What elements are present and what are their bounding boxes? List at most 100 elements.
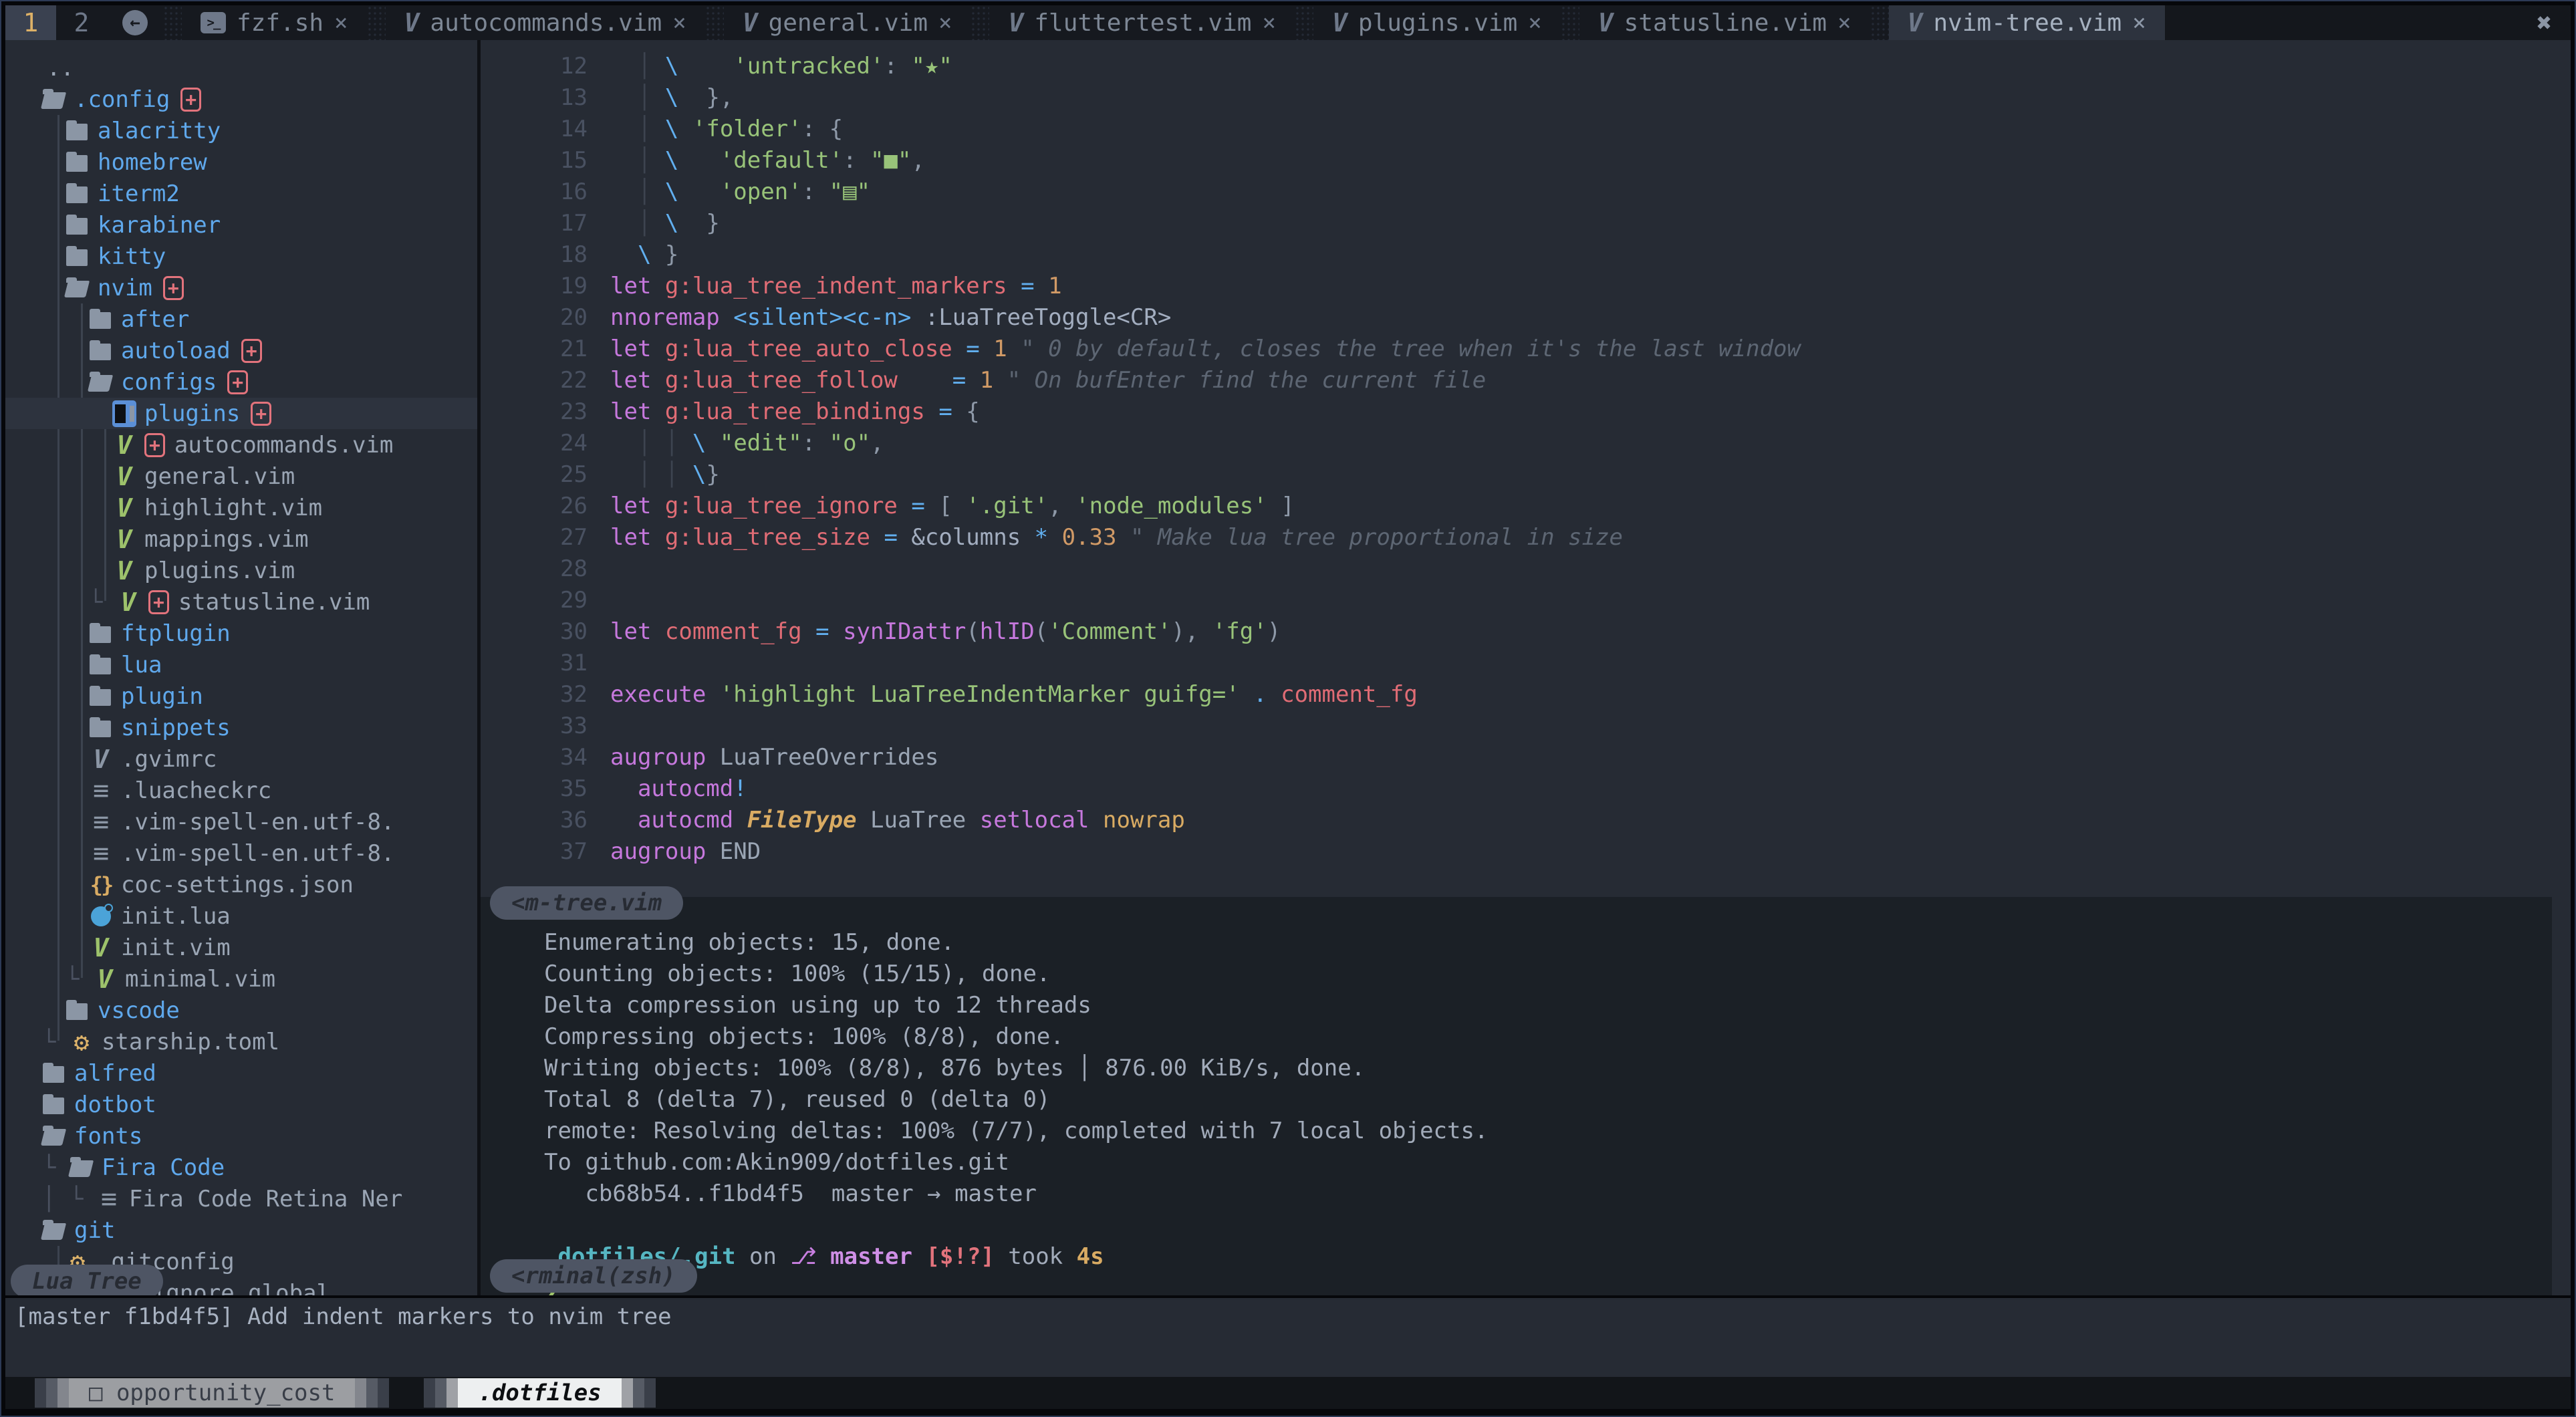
buffer-close-icon[interactable]: × <box>672 9 686 36</box>
tree-row-..[interactable]: .. <box>5 52 477 84</box>
tree-row-dotbot[interactable]: dotbot <box>5 1089 477 1120</box>
tree-connector: └ <box>89 589 116 616</box>
code-token <box>651 147 664 174</box>
tree-row-statusline.vim[interactable]: └ V+statusline.vim <box>5 586 477 618</box>
code-line: 22let g:lua_tree_follow = 1 " On bufEnte… <box>481 365 2571 396</box>
tree-item-label: configs <box>121 369 217 396</box>
tree-row-after[interactable]: after <box>5 303 477 335</box>
buffer-tab-statusline.vim[interactable]: Vstatusline.vim× <box>1579 5 1870 40</box>
line-number: 35 <box>481 773 588 805</box>
tree-row-lua[interactable]: lua <box>5 649 477 680</box>
tree-row-fonts[interactable]: fonts <box>5 1120 477 1152</box>
terminal-token: Counting objects: 100% (15/15), done. <box>544 960 1050 987</box>
buffer-close-icon[interactable]: × <box>1837 9 1851 36</box>
tree-row-kitty[interactable]: kitty <box>5 241 477 272</box>
code-token <box>651 273 664 299</box>
tree-row-.vim-spell-en.utf-8.[interactable]: ≡.vim-spell-en.utf-8. <box>5 838 477 869</box>
code-line: 37augroup END <box>481 836 2571 868</box>
code-text: let g:lua_tree_follow = 1 " On bufEnter … <box>610 367 1486 394</box>
tree-row-Fira-Code-Retina-Ner[interactable]: │ └ ≡Fira Code Retina Ner <box>5 1183 477 1214</box>
code-token: <silent><c-n> <box>733 304 911 331</box>
tree-row-snippets[interactable]: snippets <box>5 712 477 743</box>
code-token: , <box>911 147 924 174</box>
tree-row-mappings.vim[interactable]: Vmappings.vim <box>5 523 477 555</box>
line-number: 30 <box>481 616 588 648</box>
tree-row-autocommands.vim[interactable]: V+autocommands.vim <box>5 429 477 461</box>
folder-icon <box>66 118 90 144</box>
terminal-token: on <box>736 1243 791 1270</box>
tree-row-.luacheckrc[interactable]: ≡.luacheckrc <box>5 775 477 806</box>
tree-row-plugins[interactable]: plugins+ <box>5 398 477 429</box>
terminal-window: 12 ← >_fzf.sh× Vautocommands.vim× Vgeneral… <box>0 0 2576 1417</box>
tmux-window-.dotfiles[interactable]: .dotfiles <box>424 1378 655 1408</box>
close-all-button[interactable]: ✖ <box>2523 5 2552 40</box>
tree-row-autoload[interactable]: autoload+ <box>5 335 477 366</box>
code-token <box>1048 524 1061 551</box>
tree-row-.vim-spell-en.utf-8.[interactable]: ≡.vim-spell-en.utf-8. <box>5 806 477 838</box>
tree-row-general.vim[interactable]: Vgeneral.vim <box>5 461 477 492</box>
vim-icon: V <box>404 8 420 37</box>
tree-row-ftplugin[interactable]: ftplugin <box>5 618 477 649</box>
tmux-window-opportunity_cost[interactable]: □ opportunity_cost <box>35 1378 389 1408</box>
code-text: let g:lua_tree_indent_markers = 1 <box>610 273 1062 299</box>
tree-row-nvim[interactable]: nvim+ <box>5 272 477 303</box>
tree-row-alacritty[interactable]: alacritty <box>5 115 477 146</box>
folder-icon <box>89 652 113 678</box>
buffer-tab-autocommands.vim[interactable]: Vautocommands.vim× <box>386 5 705 40</box>
code-token <box>610 178 638 205</box>
buffer-tab-fluttertest.vim[interactable]: Vfluttertest.vim× <box>989 5 1294 40</box>
buffer-close-icon[interactable]: × <box>334 9 348 36</box>
buffer-tab-fzf.sh[interactable]: >_fzf.sh× <box>182 5 367 40</box>
tab-number-1[interactable]: 1 <box>5 5 56 40</box>
tree-row-starship.toml[interactable]: └ ⚙starship.toml <box>5 1026 477 1057</box>
line-number: 28 <box>481 553 588 585</box>
buffer-close-icon[interactable]: × <box>1528 9 1541 36</box>
buffer-tab-nvim-tree.vim[interactable]: Vnvim-tree.vim× <box>1889 5 2165 40</box>
code-token: ( <box>1035 618 1048 645</box>
buffer-close-icon[interactable]: × <box>1262 9 1275 36</box>
folder-icon <box>66 244 90 269</box>
tree-row-karabiner[interactable]: karabiner <box>5 209 477 241</box>
buffer-tab-plugins.vim[interactable]: Vplugins.vim× <box>1313 5 1561 40</box>
tree-item-label: after <box>121 306 189 333</box>
tree-row-iterm2[interactable]: iterm2 <box>5 178 477 209</box>
tree-row-homebrew[interactable]: homebrew <box>5 146 477 178</box>
code-token: \ <box>665 210 678 237</box>
tree-row-highlight.vim[interactable]: Vhighlight.vim <box>5 492 477 523</box>
tree-row-.config[interactable]: .config+ <box>5 84 477 115</box>
code-token <box>651 241 664 268</box>
code-token: │ <box>638 84 651 111</box>
code-token: }, <box>706 84 733 111</box>
tab-number-group: 12 <box>5 5 107 40</box>
tree-row-configs[interactable]: configs+ <box>5 366 477 398</box>
tree-row-init.lua[interactable]: init.lua <box>5 900 477 932</box>
editor-buffer[interactable]: 12 │ \ 'untracked': "★"13 │ \ },14 │ \ '… <box>481 40 2571 897</box>
tree-row-coc-settings.json[interactable]: {}coc-settings.json <box>5 869 477 900</box>
tree-row-.gvimrc[interactable]: V.gvimrc <box>5 743 477 775</box>
code-token <box>1035 273 1048 299</box>
file-tree-panel[interactable]: ...config+alacrittyhomebrewiterm2karabin… <box>5 40 477 1295</box>
code-token: : <box>884 53 897 80</box>
buffer-tab-general.vim[interactable]: Vgeneral.vim× <box>724 5 971 40</box>
tree-row-minimal.vim[interactable]: └ Vminimal.vim <box>5 963 477 995</box>
tree-row-alfred[interactable]: alfred <box>5 1057 477 1089</box>
tree-row-Fira-Code[interactable]: └ Fira Code <box>5 1152 477 1183</box>
code-token: g:lua_tree_indent_markers <box>665 273 1007 299</box>
buffer-close-icon[interactable]: × <box>2132 9 2146 36</box>
buffer-close-icon[interactable]: × <box>938 9 952 36</box>
tree-row-git[interactable]: git <box>5 1214 477 1246</box>
tree-row-init.vim[interactable]: Vinit.vim <box>5 932 477 963</box>
code-token: = <box>966 336 979 362</box>
code-token: │ <box>638 147 651 174</box>
tree-row-plugins.vim[interactable]: Vplugins.vim <box>5 555 477 586</box>
code-token <box>610 461 638 488</box>
code-line: 27let g:lua_tree_size = &columns * 0.33 … <box>481 522 2571 553</box>
tmux-fade-segment <box>35 1378 46 1408</box>
tree-row-vscode[interactable]: vscode <box>5 995 477 1026</box>
terminal-split[interactable]: Enumerating objects: 15, done.Counting o… <box>481 897 2552 1295</box>
reload-button[interactable]: ← <box>107 5 163 40</box>
tab-number-2[interactable]: 2 <box>56 5 107 40</box>
tree-row-plugin[interactable]: plugin <box>5 680 477 712</box>
terminal-token: Delta compression using up to 12 threads <box>544 992 1091 1019</box>
bufferline: 12 ← >_fzf.sh× Vautocommands.vim× Vgeneral… <box>5 5 2571 40</box>
